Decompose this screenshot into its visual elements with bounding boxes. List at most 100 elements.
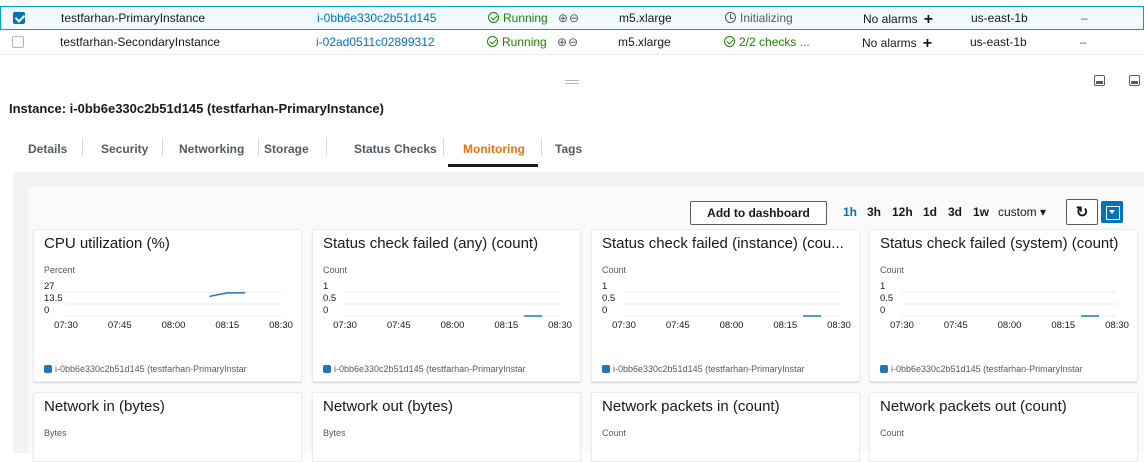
- metric-card-network-in-bytes[interactable]: Network in (bytes) Bytes: [33, 392, 302, 462]
- add-to-dashboard-button[interactable]: Add to dashboard: [690, 201, 827, 225]
- y-tick-label: 0: [44, 305, 49, 316]
- legend-swatch: [323, 365, 331, 373]
- refresh-icon: ↻: [1075, 204, 1089, 221]
- x-tick-label: 08:00: [441, 320, 465, 331]
- series-line: [209, 292, 246, 298]
- chart-legend[interactable]: i-0bb6e330c2b51d145 (testfarhan-PrimaryI…: [44, 364, 294, 374]
- x-tick-label: 07:30: [890, 320, 914, 331]
- alarm-status: No alarms +: [863, 11, 934, 28]
- tab-divider: [162, 138, 163, 156]
- legend-label: i-0bb6e330c2b51d145 (testfarhan-PrimaryI…: [55, 364, 247, 374]
- metric-unit-label: Bytes: [323, 428, 346, 438]
- zoom-icons[interactable]: ⊕⊖: [557, 35, 579, 49]
- tab-tags[interactable]: Tags: [555, 135, 582, 167]
- tab-divider: [541, 138, 542, 156]
- y-tick-label: 0.5: [602, 293, 615, 304]
- range-3h[interactable]: 3h: [867, 205, 881, 219]
- range-3d[interactable]: 3d: [948, 205, 962, 219]
- legend-label: i-0bb6e330c2b51d145 (testfarhan-PrimaryI…: [891, 364, 1083, 374]
- tab-status-checks[interactable]: Status Checks: [354, 135, 437, 167]
- range-custom-dropdown[interactable]: custom ▾: [998, 205, 1046, 219]
- metric-card-status-check-failed-any-count[interactable]: Status check failed (any) (count) Count 1 0…: [312, 229, 581, 382]
- legend-swatch: [880, 365, 888, 373]
- instance-id-link[interactable]: i-0bb6e330c2b51d145: [317, 11, 436, 25]
- y-tick-label: 1: [323, 281, 328, 292]
- metric-card-cpu-utilization[interactable]: CPU utilization (%) Percent 27 13.5 0 07:30 07…: [33, 229, 302, 382]
- legend-label: i-0bb6e330c2b51d145 (testfarhan-PrimaryI…: [334, 364, 526, 374]
- x-tick-label: 08:30: [269, 320, 293, 331]
- add-alarm-icon[interactable]: +: [924, 11, 933, 28]
- metric-title: Network in (bytes): [44, 398, 165, 415]
- x-tick-label: 08:30: [548, 320, 572, 331]
- x-tick-label: 07:45: [666, 320, 690, 331]
- legend-swatch: [602, 365, 610, 373]
- x-tick-label: 07:30: [612, 320, 636, 331]
- check-circle-icon: [724, 36, 735, 47]
- metric-title: Network packets in (count): [602, 398, 780, 415]
- range-1h[interactable]: 1h: [843, 205, 857, 219]
- refresh-button[interactable]: ↻: [1066, 199, 1098, 225]
- chart-legend[interactable]: i-0bb6e330c2b51d145 (testfarhan-PrimaryI…: [602, 364, 852, 374]
- metric-unit-label: Bytes: [44, 428, 67, 438]
- add-alarm-icon[interactable]: +: [923, 35, 932, 52]
- actions-dropdown-icon[interactable]: [1101, 201, 1123, 223]
- panel-full-icon[interactable]: [1129, 75, 1140, 86]
- y-tick-label: 0: [602, 305, 607, 316]
- legend-swatch: [44, 365, 52, 373]
- instance-details-title: Instance: i-0bb6e330c2b51d145 (testfarha…: [9, 101, 384, 116]
- metric-card-status-check-failed-instance-cou[interactable]: Status check failed (instance) (cou... Co…: [591, 229, 860, 382]
- metric-card-network-out-bytes[interactable]: Network out (bytes) Bytes: [312, 392, 581, 462]
- y-tick-label: 0.5: [323, 293, 336, 304]
- row-checkbox[interactable]: [12, 36, 24, 48]
- range-12h[interactable]: 12h: [892, 205, 913, 219]
- tab-divider: [258, 138, 259, 156]
- x-tick-label: 07:45: [387, 320, 411, 331]
- instance-id-link[interactable]: i-02ad0511c02899312: [316, 35, 435, 49]
- y-tick-label: 0: [323, 305, 328, 316]
- panel-split-icon[interactable]: [1094, 75, 1105, 86]
- table-row[interactable]: testfarhan-PrimaryInstance i-0bb6e330c2b…: [0, 6, 1144, 30]
- x-tick-label: 08:15: [1051, 320, 1075, 331]
- zoom-icons[interactable]: ⊕⊖: [558, 11, 580, 25]
- legend-label: i-0bb6e330c2b51d145 (testfarhan-PrimaryI…: [613, 364, 805, 374]
- tab-networking[interactable]: Networking: [179, 135, 244, 167]
- y-tick-label: 0.5: [880, 293, 893, 304]
- y-tick-label: 1: [880, 281, 885, 292]
- resize-handle[interactable]: [565, 80, 579, 84]
- chart-legend[interactable]: i-0bb6e330c2b51d145 (testfarhan-PrimaryI…: [880, 364, 1130, 374]
- x-tick-label: 08:15: [773, 320, 797, 331]
- instance-state: Running: [488, 11, 548, 25]
- y-tick-label: 13.5: [44, 293, 63, 304]
- public-ip: –: [1080, 35, 1087, 49]
- availability-zone: us-east-1b: [970, 35, 1027, 49]
- metric-card-status-check-failed-system-count[interactable]: Status check failed (system) (count) Coun…: [869, 229, 1138, 382]
- x-tick-label: 08:00: [720, 320, 744, 331]
- x-tick-label: 08:15: [494, 320, 518, 331]
- x-tick-label: 08:30: [827, 320, 851, 331]
- tab-details[interactable]: Details: [28, 135, 67, 167]
- instance-type: m5.xlarge: [619, 11, 672, 25]
- metric-chart: 10.50 07:30 07:45 08:00 08:15 08:30: [880, 281, 1129, 331]
- metric-chart: 10.50 07:30 07:45 08:00 08:15 08:30: [602, 281, 851, 331]
- instance-name: testfarhan-PrimaryInstance: [61, 11, 206, 25]
- tab-divider: [82, 138, 83, 156]
- range-1d[interactable]: 1d: [923, 205, 937, 219]
- x-tick-label: 08:00: [162, 320, 186, 331]
- chart-legend[interactable]: i-0bb6e330c2b51d145 (testfarhan-PrimaryI…: [323, 364, 573, 374]
- tab-security[interactable]: Security: [101, 135, 148, 167]
- instance-name: testfarhan-SecondaryInstance: [60, 35, 221, 49]
- range-1w[interactable]: 1w: [973, 205, 989, 219]
- alarm-status: No alarms +: [862, 35, 933, 52]
- tab-divider: [326, 138, 327, 156]
- tab-monitoring[interactable]: Monitoring: [448, 135, 538, 167]
- x-tick-label: 08:30: [1105, 320, 1129, 331]
- x-tick-label: 07:30: [54, 320, 78, 331]
- metric-card-network-packets-out-count[interactable]: Network packets out (count) Count: [869, 392, 1138, 462]
- metric-card-network-packets-in-count[interactable]: Network packets in (count) Count: [591, 392, 860, 462]
- tab-storage[interactable]: Storage: [264, 135, 309, 167]
- y-tick-label: 1: [602, 281, 607, 292]
- x-tick-label: 07:45: [944, 320, 968, 331]
- row-checkbox[interactable]: [13, 12, 25, 24]
- x-tick-label: 08:15: [215, 320, 239, 331]
- table-row[interactable]: testfarhan-SecondaryInstance i-02ad0511c…: [0, 31, 1144, 55]
